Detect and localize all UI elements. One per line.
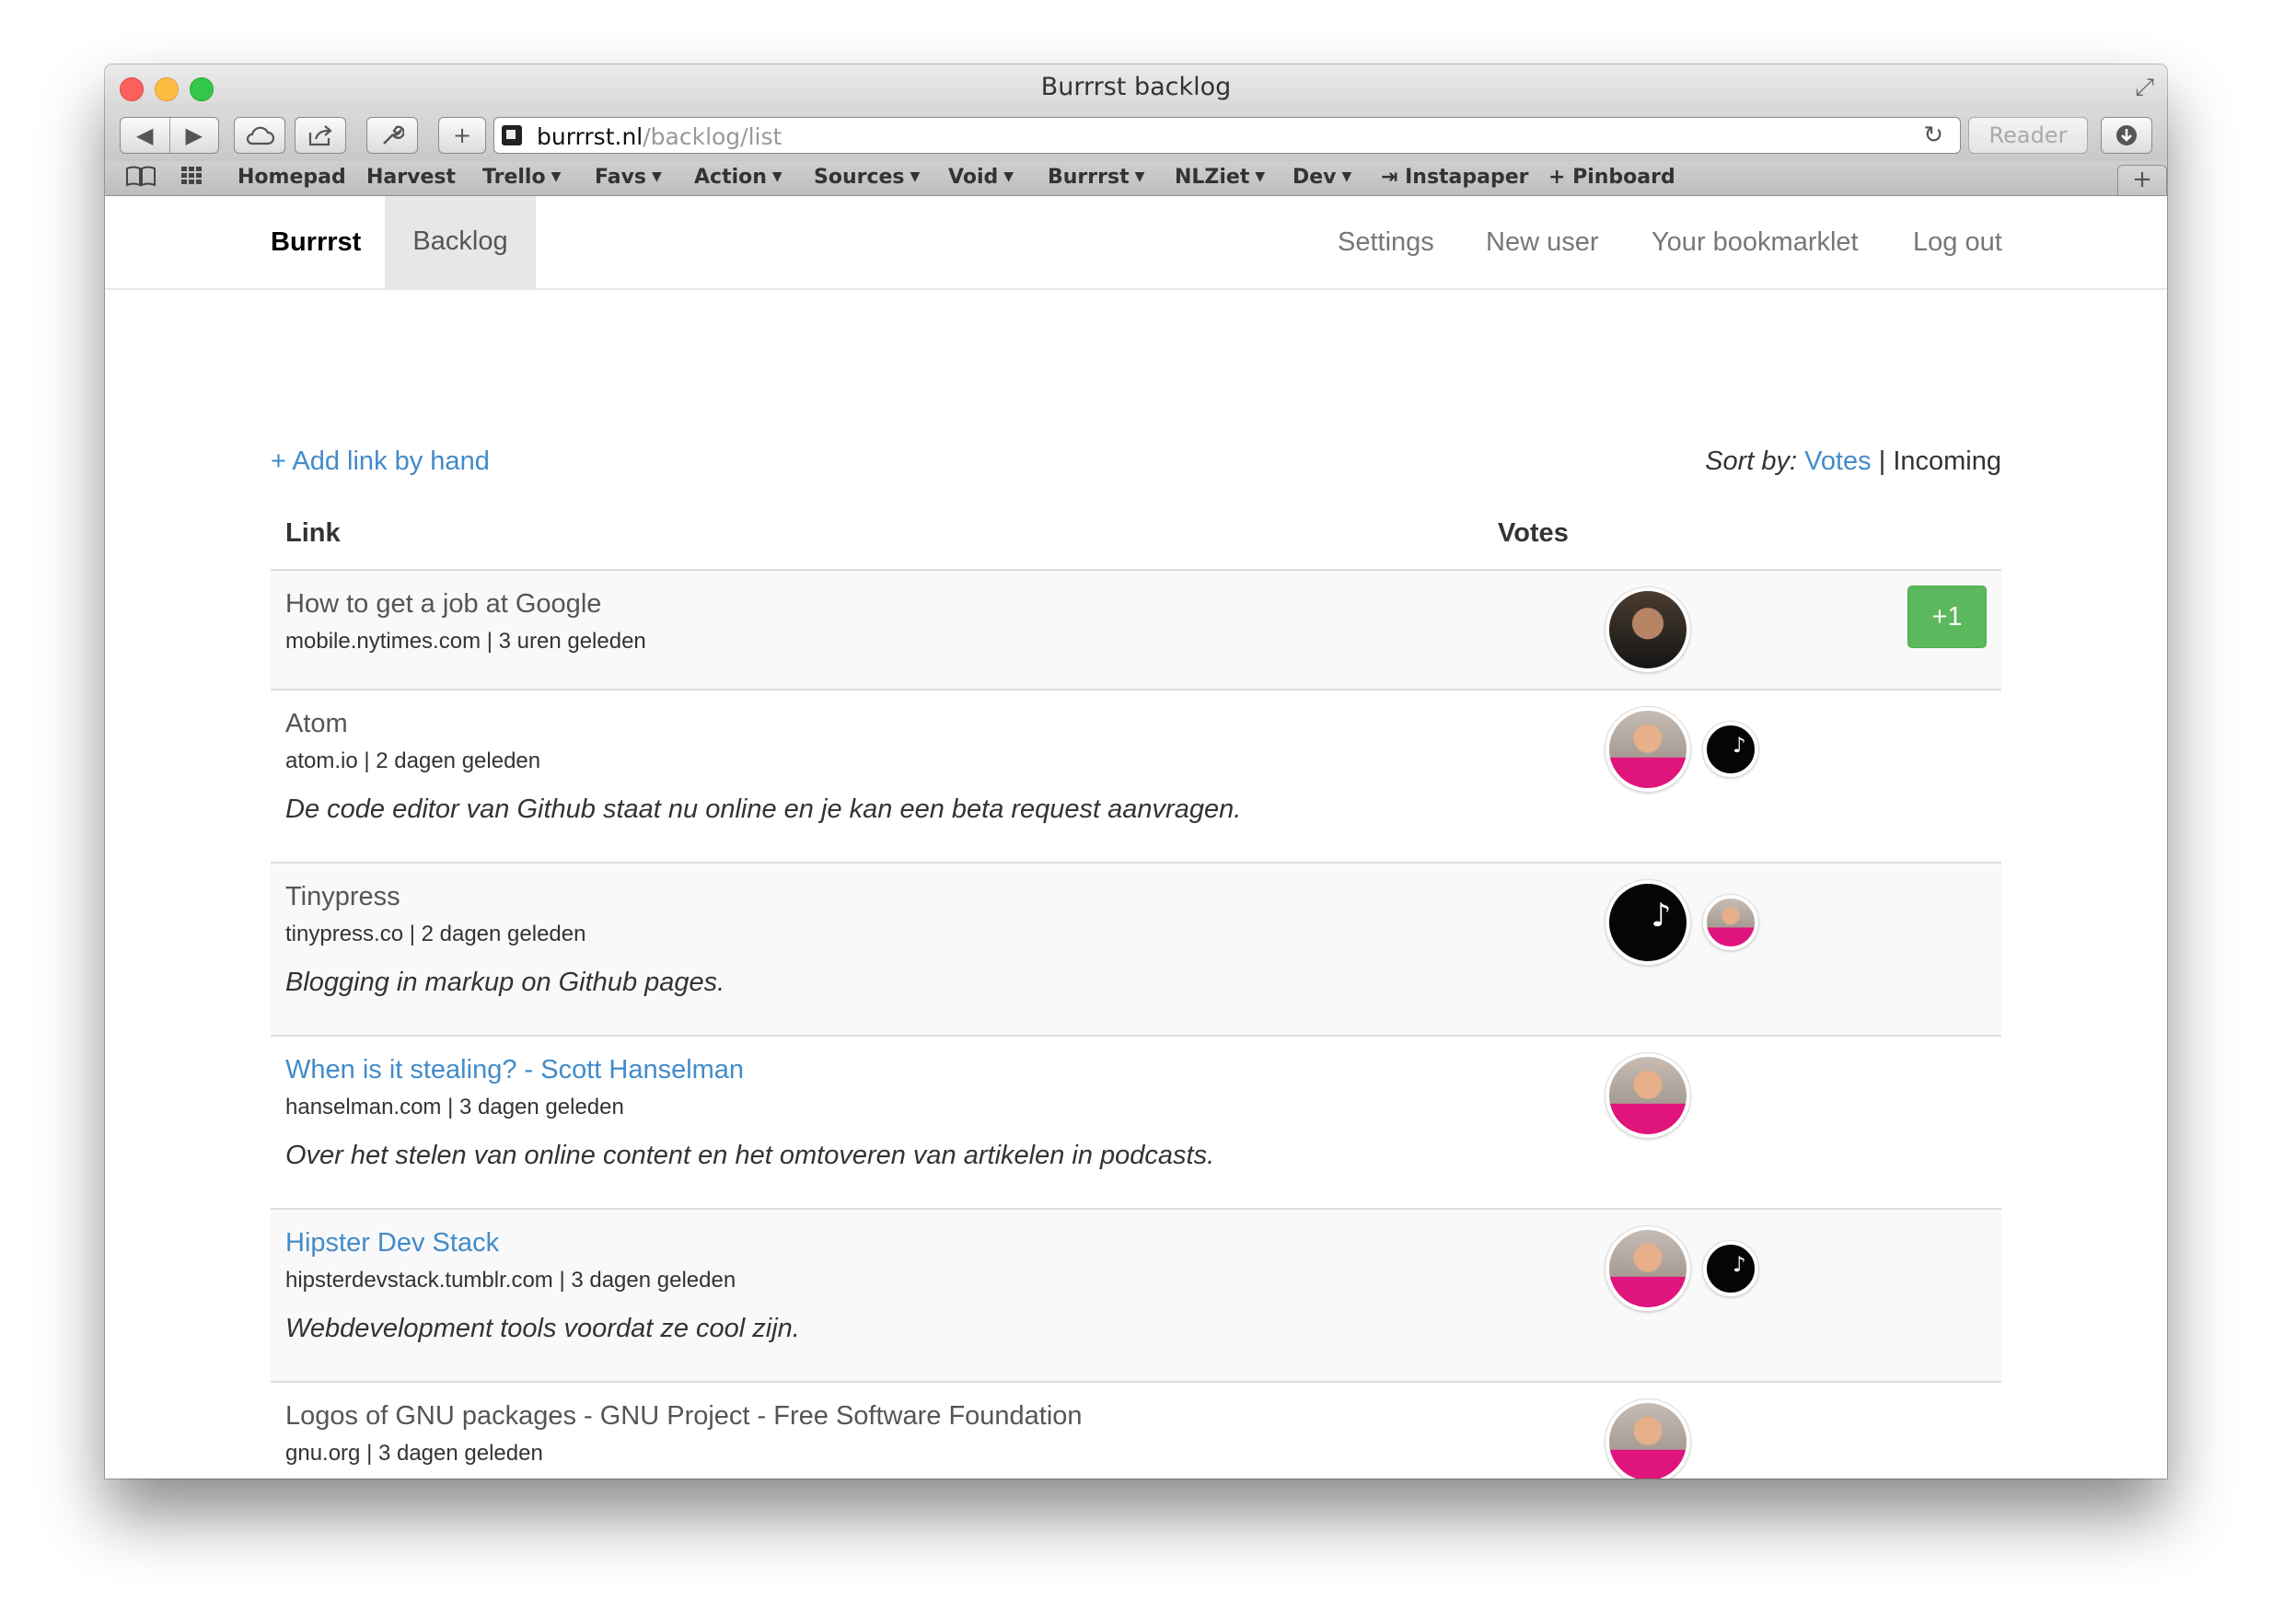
browser-toolbar: ◀ ▶ + burrrst.nl/backlog/list ↻ Reader — [105, 111, 2167, 161]
chevron-down-icon: ▼ — [1003, 169, 1014, 184]
back-forward-group: ◀ ▶ — [120, 117, 219, 154]
icloud-tabs-button[interactable] — [234, 117, 285, 154]
chevron-down-icon: ▼ — [551, 169, 562, 184]
row-description: Over het stelen van online content en he… — [285, 1141, 1215, 1170]
table-row: When is it stealing? - Scott Hanselman ha… — [271, 1037, 2001, 1210]
table-row: Tinypress tinypress.co | 2 dagen geleden B… — [271, 864, 2001, 1037]
row-meta: hanselman.com | 3 dagen geleden — [285, 1095, 624, 1119]
column-header-votes: Votes — [1498, 518, 1569, 548]
web-page: Burrrst Backlog Settings New user Your b… — [105, 196, 2167, 1479]
row-meta: mobile.nytimes.com | 3 uren geleden — [285, 629, 646, 654]
voter-avatar — [1703, 722, 1758, 777]
bookmark-item[interactable]: ⇥ Instapaper — [1381, 166, 1529, 189]
table-row: How to get a job at Google mobile.nytimes… — [271, 571, 2001, 690]
row-description: De code editor van Github staat nu onlin… — [285, 795, 1242, 824]
chevron-down-icon: ▼ — [1341, 169, 1352, 184]
share-button[interactable] — [295, 117, 346, 154]
upvote-button[interactable]: +1 — [1907, 586, 1987, 648]
bookmark-item[interactable]: Homepad — [238, 166, 346, 189]
voter-avatar — [1605, 707, 1690, 792]
title-bar: Burrrst backlog ⤢ — [105, 64, 2167, 111]
row-meta: gnu.org | 3 dagen geleden — [285, 1441, 543, 1466]
row-meta: hipsterdevstack.tumblr.com | 3 dagen gel… — [285, 1268, 736, 1293]
chevron-down-icon: ▼ — [1134, 169, 1145, 184]
sort-controls: Sort by: Votes | Incoming — [1705, 447, 2001, 476]
cloud-icon — [246, 126, 274, 145]
bookmark-item[interactable]: Sources ▼ — [814, 166, 920, 189]
bookmark-item[interactable]: NLZiet ▼ — [1175, 166, 1265, 189]
row-description: Blogging in markup on Github pages. — [285, 968, 725, 997]
chevron-down-icon: ▼ — [771, 169, 782, 184]
window-title: Burrrst backlog — [1040, 73, 1232, 101]
row-title: Tinypress — [285, 882, 400, 911]
nav-backlog-active[interactable]: Backlog — [385, 196, 536, 288]
browser-window: Burrrst backlog ⤢ ◀ ▶ + burrrst.nl/backl… — [105, 64, 2167, 1479]
download-icon — [2116, 125, 2137, 145]
new-tab-icon[interactable]: + — [2117, 165, 2167, 195]
row-title: Logos of GNU packages - GNU Project - Fr… — [285, 1401, 1083, 1431]
row-title: How to get a job at Google — [285, 589, 602, 619]
plus-icon: + — [452, 122, 472, 148]
add-link-by-hand[interactable]: + Add link by hand — [271, 447, 490, 477]
bookmark-item[interactable]: Burrrst ▼ — [1048, 166, 1144, 189]
reading-list-icon[interactable] — [125, 165, 156, 192]
row-meta: atom.io | 2 dagen geleden — [285, 748, 541, 773]
nav-settings[interactable]: Settings — [1338, 227, 1434, 258]
bookmark-item[interactable]: + Pinboard — [1548, 166, 1675, 189]
top-navbar: Burrrst Backlog Settings New user Your b… — [105, 196, 2167, 290]
fullscreen-icon[interactable]: ⤢ — [2135, 74, 2154, 102]
column-header-link: Link — [285, 518, 341, 548]
reader-button[interactable]: Reader — [1968, 117, 2088, 154]
voter-avatar — [1605, 1226, 1690, 1311]
row-title[interactable]: When is it stealing? - Scott Hanselman — [285, 1055, 744, 1085]
new-tab-plus-button[interactable]: + — [438, 117, 486, 154]
chevron-down-icon: ▼ — [910, 169, 921, 184]
table-row: Logos of GNU packages - GNU Project - Fr… — [271, 1383, 2001, 1479]
table-row: Hipster Dev Stack hipsterdevstack.tumblr.… — [271, 1210, 2001, 1383]
row-title[interactable]: Hipster Dev Stack — [285, 1228, 499, 1259]
back-button[interactable]: ◀ — [121, 122, 169, 148]
sort-incoming-current: Incoming — [1893, 447, 2001, 476]
bookmark-item[interactable]: Favs ▼ — [595, 166, 662, 189]
row-title: Atom — [285, 709, 348, 738]
wrench-icon — [383, 125, 404, 145]
row-meta: tinypress.co | 2 dagen geleden — [285, 922, 586, 946]
developer-tools-button[interactable] — [366, 117, 418, 154]
bookmark-item[interactable]: Dev ▼ — [1292, 166, 1351, 189]
bookmark-item[interactable]: Harvest — [366, 166, 456, 189]
bookmarks-bar: Homepad Harvest Trello ▼ Favs ▼ Action ▼ Sources… — [105, 161, 2167, 196]
top-sites-grid-icon[interactable] — [180, 165, 208, 192]
nav-log-out[interactable]: Log out — [1913, 227, 2002, 258]
bookmark-item[interactable]: Trello ▼ — [482, 166, 561, 189]
bookmark-item[interactable]: Void ▼ — [948, 166, 1014, 189]
chevron-down-icon: ▼ — [1255, 169, 1266, 184]
voter-avatar — [1605, 1053, 1690, 1138]
nav-your-bookmarklet[interactable]: Your bookmarklet — [1652, 227, 1859, 258]
chevron-down-icon: ▼ — [652, 169, 662, 184]
table-row: Atom atom.io | 2 dagen geleden De code edi… — [271, 690, 2001, 864]
downloads-button[interactable] — [2101, 117, 2152, 154]
voter-avatar — [1605, 880, 1690, 965]
brand-link[interactable]: Burrrst — [271, 227, 361, 258]
sort-votes-link[interactable]: Votes — [1804, 447, 1872, 476]
bookmark-item[interactable]: Action ▼ — [694, 166, 782, 189]
backlog-table: How to get a job at Google mobile.nytimes… — [271, 571, 2001, 1479]
share-icon — [308, 125, 332, 146]
voter-avatar — [1605, 587, 1690, 672]
nav-new-user[interactable]: New user — [1486, 227, 1599, 258]
forward-button[interactable]: ▶ — [170, 122, 219, 148]
url-text: burrrst.nl/backlog/list — [537, 123, 782, 150]
voter-avatar — [1703, 895, 1758, 950]
voter-avatar — [1703, 1241, 1758, 1296]
voter-avatar — [1605, 1399, 1690, 1479]
reload-icon[interactable]: ↻ — [1923, 122, 1943, 149]
address-bar[interactable]: burrrst.nl/backlog/list ↻ — [493, 117, 1961, 154]
favicon-icon — [502, 125, 522, 145]
row-description: Webdevelopment tools voordat ze cool zij… — [285, 1314, 800, 1343]
sort-label: Sort by: — [1705, 447, 1798, 476]
